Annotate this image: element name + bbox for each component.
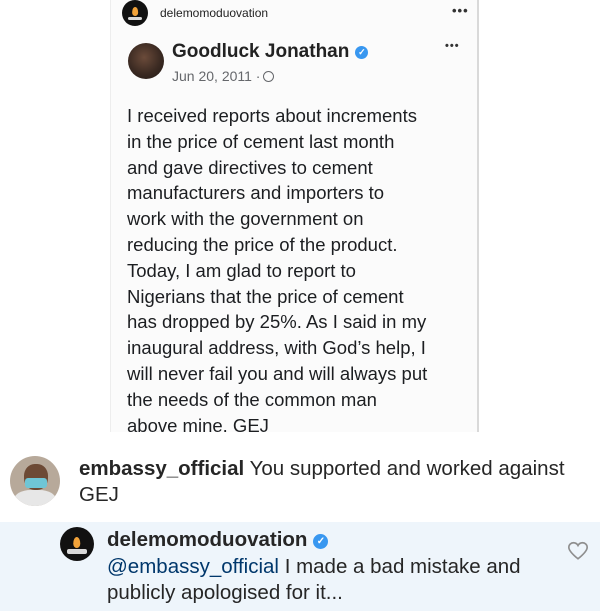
verified-badge-icon: ✓ xyxy=(355,46,369,59)
comment-username[interactable]: embassy_official xyxy=(79,457,244,480)
globe-icon xyxy=(263,71,275,82)
header-avatar[interactable] xyxy=(122,0,148,26)
face-mask-icon xyxy=(25,478,47,488)
verified-badge-icon: ✓ xyxy=(313,534,329,549)
heart-icon[interactable] xyxy=(567,540,589,562)
reply-username[interactable]: delemomoduovation xyxy=(107,528,307,551)
author-name-line: Goodluck Jonathan ✓ xyxy=(172,41,369,63)
flame-icon xyxy=(73,536,81,549)
commenter-avatar[interactable] xyxy=(10,456,60,506)
reply-mention-link[interactable]: @embassy_official xyxy=(107,555,279,578)
header-username[interactable]: delemomoduovation xyxy=(160,6,268,20)
lamp-base-icon xyxy=(127,17,143,21)
post-date-line: Jun 20, 2011 · xyxy=(172,68,275,84)
header-more-icon[interactable]: ••• xyxy=(452,3,469,18)
author-name[interactable]: Goodluck Jonathan xyxy=(172,41,349,62)
avatar-body xyxy=(14,490,56,506)
reply-comment: @embassy_official I made a bad mistake a… xyxy=(107,554,567,606)
flame-icon xyxy=(132,7,138,17)
post-date[interactable]: Jun 20, 2011 · xyxy=(172,68,260,84)
comment: embassy_official You supported and worke… xyxy=(79,456,579,508)
reply-avatar[interactable] xyxy=(60,527,94,561)
lamp-base-icon xyxy=(67,549,87,554)
reply-username-line: delemomoduovation ✓ xyxy=(107,528,329,552)
post-more-icon[interactable]: ••• xyxy=(445,40,460,52)
author-avatar[interactable] xyxy=(128,43,164,79)
post-body-text: I received reports about increments in t… xyxy=(127,105,428,436)
